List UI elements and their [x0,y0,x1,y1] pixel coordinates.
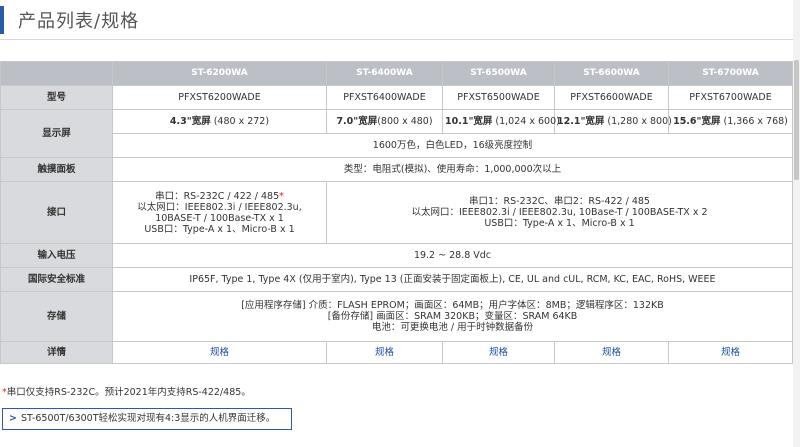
voltage-cell: 19.2 ~ 28.8 Vdc [112,243,793,268]
display-size-row: 显示屏 4.3"宽屏 (480 x 272) 7.0"宽屏(800 x 480)… [0,109,793,158]
model-header: ST-6400WA [326,61,443,86]
row-label-model: 型号 [0,85,113,110]
display-resolution: (480 x 272) [210,116,270,127]
display-size-cell: 4.3"宽屏 (480 x 272) [112,109,327,134]
interface-line: 10BASE-T / 100Base-TX x 1 [155,212,284,224]
display-size-cell: 7.0"宽屏(800 x 480) [326,109,443,134]
details-cell: 规格 [668,341,793,364]
header-corner [0,61,113,86]
migration-link-box[interactable]: > ST-6500T/6300T轻松实现对现有4:3显示的人机界面迁移。 [2,408,292,430]
storage-line: [应用程序存储] 介质：FLASH EPROM；画面区：64MB；用户字体区：8… [241,300,664,311]
row-label-storage: 存储 [0,291,113,342]
storage-line: [备份存储] 画面区：SRAM 320KB；变量区：SRAM 64KB [327,311,578,322]
voltage-row: 输入电压 19.2 ~ 28.8 Vdc [0,243,793,268]
details-row: 详情 规格 规格 规格 规格 规格 [0,341,793,364]
serial-port-text: 串口：RS-232C / 422 / 485 [155,190,280,202]
interface-line: 串口：RS-232C / 422 / 485* [115,191,324,202]
page-title: 产品列表/规格 [18,11,140,32]
storage-line: 电池：可更换电池 / 用于时钟数据备份 [371,322,534,333]
part-number-row: 型号 PFXST6200WADE PFXST6400WADE PFXST6500… [0,85,793,110]
scrollbar-thumb[interactable] [794,60,799,180]
interface-6200-cell: 串口：RS-232C / 422 / 485* 以太网口：IEEE802.3i … [112,181,327,244]
touch-panel-row: 触摸面板 类型：电阻式(模拟)、使用寿命：1,000,000次以上 [0,157,793,182]
row-label-interface: 接口 [0,181,113,244]
interface-line: 串口1：RS-232C、串口2：RS-422 / 485 [469,196,650,207]
storage-cell: [应用程序存储] 介质：FLASH EPROM；画面区：64MB；用户字体区：8… [112,291,793,342]
row-label-details: 详情 [0,341,113,364]
display-resolution: (1,366 x 768) [720,116,788,127]
interface-line: 以太网口：IEEE802.3i / IEEE802.3u, 10Base-T /… [411,207,708,218]
details-cell: 规格 [554,341,669,364]
page-header: 产品列表/规格 [0,0,800,40]
part-number-cell: PFXST6600WADE [554,85,669,110]
interface-line: USB口：Type-A x 1、Micro-B x 1 [484,218,635,229]
display-colors-cell: 1600万色，白色LED，16级亮度控制 [112,133,793,158]
part-number-cell: PFXST6500WADE [442,85,555,110]
display-size: 15.6"宽屏 [673,116,721,127]
row-label-display: 显示屏 [0,109,113,158]
display-resolution: (1,024 x 600) [492,116,560,127]
standards-row: 国际安全标准 IP65F, Type 1, Type 4X (仅用于室内), T… [0,267,793,292]
spec-table: ST-6200WA ST-6400WA ST-6500WA ST-6600WA … [0,61,793,364]
touch-panel-cell: 类型：电阻式(模拟)、使用寿命：1,000,000次以上 [112,157,793,182]
chevron-right-icon: > [9,413,17,424]
spec-link[interactable]: 规格 [489,347,508,358]
spec-link[interactable]: 规格 [602,347,621,358]
interface-others-cell: 串口1：RS-232C、串口2：RS-422 / 485 以太网口：IEEE80… [326,181,793,244]
footnote-mark: * [279,190,284,202]
standards-cell: IP65F, Type 1, Type 4X (仅用于室内), Type 13 … [112,267,793,292]
display-size-cell: 10.1"宽屏 (1,024 x 600) [442,109,560,134]
display-size-cell: 15.6"宽屏 (1,366 x 768) [668,109,793,134]
footnote: *串口仅支持RS-232C。预计2021年内支持RS-422/485。 [2,384,251,398]
model-header: ST-6500WA [442,61,555,86]
part-number-cell: PFXST6200WADE [112,85,327,110]
display-colors-row: 1600万色，白色LED，16级亮度控制 [1,133,793,158]
title-accent-bar [0,6,4,34]
row-label-standards: 国际安全标准 [0,267,113,292]
spec-link[interactable]: 规格 [721,347,740,358]
model-header: ST-6700WA [668,61,793,86]
migration-link-text: ST-6500T/6300T轻松实现对现有4:3显示的人机界面迁移。 [20,413,276,424]
model-header: ST-6200WA [112,61,327,86]
model-header-row: ST-6200WA ST-6400WA ST-6500WA ST-6600WA … [0,61,793,86]
row-label-voltage: 输入电压 [0,243,113,268]
display-size: 10.1"宽屏 [445,116,493,127]
part-number-cell: PFXST6700WADE [668,85,793,110]
row-label-touch: 触摸面板 [0,157,113,182]
details-cell: 规格 [442,341,555,364]
part-number-cell: PFXST6400WADE [326,85,443,110]
display-resolution: (1,280 x 800) [604,116,672,127]
display-resolution: (800 x 480) [377,116,433,127]
details-cell: 规格 [326,341,443,364]
display-size: 4.3"宽屏 [169,116,211,127]
interface-row: 接口 串口：RS-232C / 422 / 485* 以太网口：IEEE802.… [0,181,793,244]
title-divider [0,39,800,40]
interface-line: USB口：Type-A x 1、Micro-B x 1 [144,223,295,235]
display-size-cell: 12.1"宽屏 (1,280 x 800) [554,109,672,134]
display-size: 7.0"宽屏 [336,116,378,127]
interface-line: 以太网口：IEEE802.3i / IEEE802.3u, [137,201,302,213]
spec-link[interactable]: 规格 [210,347,229,358]
footnote-text: 串口仅支持RS-232C。预计2021年内支持RS-422/485。 [6,387,251,398]
spec-link[interactable]: 规格 [375,347,394,358]
display-size: 12.1"宽屏 [557,116,605,127]
storage-row: 存储 [应用程序存储] 介质：FLASH EPROM；画面区：64MB；用户字体… [0,291,793,342]
details-cell: 规格 [112,341,327,364]
model-header: ST-6600WA [554,61,669,86]
